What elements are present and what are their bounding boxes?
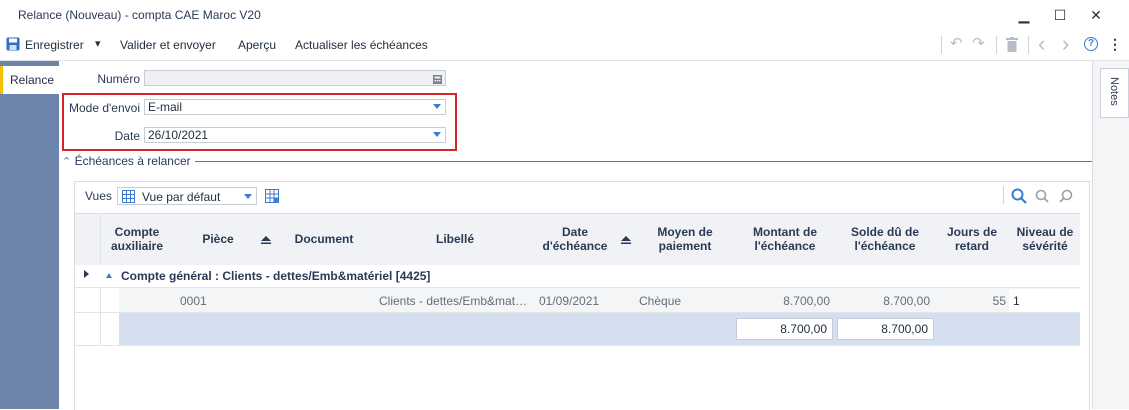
total-montant: 8.700,00 — [736, 318, 833, 340]
view-grid-icon — [122, 190, 135, 203]
numero-field — [144, 70, 446, 86]
maximize-button[interactable]: ☐ — [1050, 6, 1070, 24]
refresh-due-dates-button[interactable]: Actualiser les échéances — [295, 38, 428, 52]
view-select-value: Vue par défaut — [142, 190, 221, 204]
calculator-icon[interactable] — [433, 73, 442, 84]
cell-niveau-severite: 1 — [1013, 294, 1020, 308]
delete-icon[interactable] — [1006, 37, 1018, 52]
chevron-down-icon[interactable] — [244, 194, 252, 199]
more-options-icon[interactable]: ⋮ — [1108, 36, 1122, 53]
cell-montant-echeance: 8.700,00 — [783, 294, 830, 308]
column-header-jours-retard[interactable]: Jours de retard — [936, 213, 1008, 265]
window-title: Relance (Nouveau) - compta CAE Maroc V20 — [18, 8, 261, 22]
help-icon[interactable]: ? — [1084, 37, 1098, 51]
row-indicator-icon — [84, 270, 89, 278]
vues-label: Vues — [85, 189, 112, 203]
cell-jours-retard: 55 — [992, 294, 1006, 308]
previous-icon[interactable]: ‹ — [1038, 31, 1045, 57]
toolbar-divider — [1028, 36, 1029, 54]
column-header-compte-auxiliaire[interactable]: Compte auxiliaire — [104, 213, 170, 265]
cell-solde-du: 8.700,00 — [883, 294, 930, 308]
numero-label: Numéro — [97, 72, 140, 86]
view-select[interactable]: Vue par défaut — [117, 187, 257, 205]
validate-send-button[interactable]: Valider et envoyer — [120, 38, 216, 52]
column-header-piece[interactable]: Pièce — [175, 213, 261, 265]
minimize-button[interactable]: ▁ — [1014, 6, 1034, 24]
save-icon[interactable] — [6, 37, 20, 51]
tab-relance-label: Relance — [10, 73, 55, 87]
left-tab-strip — [0, 61, 59, 409]
section-header[interactable]: ⌃ Échéances à relancer — [62, 154, 195, 168]
toolbar-divider — [996, 36, 997, 54]
column-header-montant-echeance[interactable]: Montant de l'échéance — [736, 213, 834, 265]
row-border — [75, 345, 1080, 346]
column-header-document[interactable]: Document — [276, 213, 372, 265]
search-previous-icon[interactable] — [1035, 189, 1049, 203]
save-dropdown-icon[interactable]: ▾ — [95, 37, 101, 50]
save-button[interactable]: Enregistrer — [25, 38, 84, 52]
tab-relance[interactable]: Relance — [0, 66, 59, 94]
next-icon[interactable]: › — [1062, 31, 1069, 57]
column-header-moyen-paiement[interactable]: Moyen de paiement — [636, 213, 734, 265]
column-header-niveau-severite[interactable]: Niveau de sévérité — [1010, 213, 1080, 265]
group-label: Compte général : Clients - dettes/Emb&ma… — [121, 269, 431, 283]
manage-views-icon[interactable] — [265, 189, 279, 203]
cell-date-echeance: 01/09/2021 — [539, 294, 600, 308]
collapse-icon[interactable]: ⌃ — [62, 156, 71, 168]
cell-piece: 0001 — [180, 294, 207, 308]
collapse-group-icon[interactable] — [106, 273, 112, 278]
grid-toolbar-divider — [1003, 186, 1004, 204]
tab-notes[interactable]: Notes — [1100, 68, 1129, 118]
column-header-date-echeance[interactable]: Date d'échéance — [536, 213, 614, 265]
search-next-icon[interactable] — [1059, 189, 1073, 203]
search-icon[interactable] — [1011, 188, 1027, 204]
sort-ascending-icon[interactable] — [621, 233, 631, 244]
column-header-libelle[interactable]: Libellé — [376, 213, 534, 265]
section-title: Échéances à relancer — [74, 154, 191, 168]
section-divider — [62, 161, 1092, 162]
redo-icon[interactable]: ↷ — [972, 34, 985, 52]
undo-icon[interactable]: ↶ — [950, 34, 963, 52]
cell-moyen-paiement: Chèque — [639, 294, 682, 308]
preview-button[interactable]: Aperçu — [238, 38, 276, 52]
total-solde: 8.700,00 — [837, 318, 934, 340]
tab-notes-label: Notes — [1108, 77, 1120, 106]
cell-libelle: Clients - dettes/Emb&matériel — [379, 294, 532, 308]
sort-ascending-icon[interactable] — [261, 233, 271, 244]
toolbar-divider — [941, 36, 942, 54]
highlight-box — [62, 93, 457, 151]
column-header-solde-du[interactable]: Solde dû de l'échéance — [836, 213, 934, 265]
close-button[interactable]: ✕ — [1086, 6, 1106, 24]
totals-row — [119, 313, 1080, 345]
